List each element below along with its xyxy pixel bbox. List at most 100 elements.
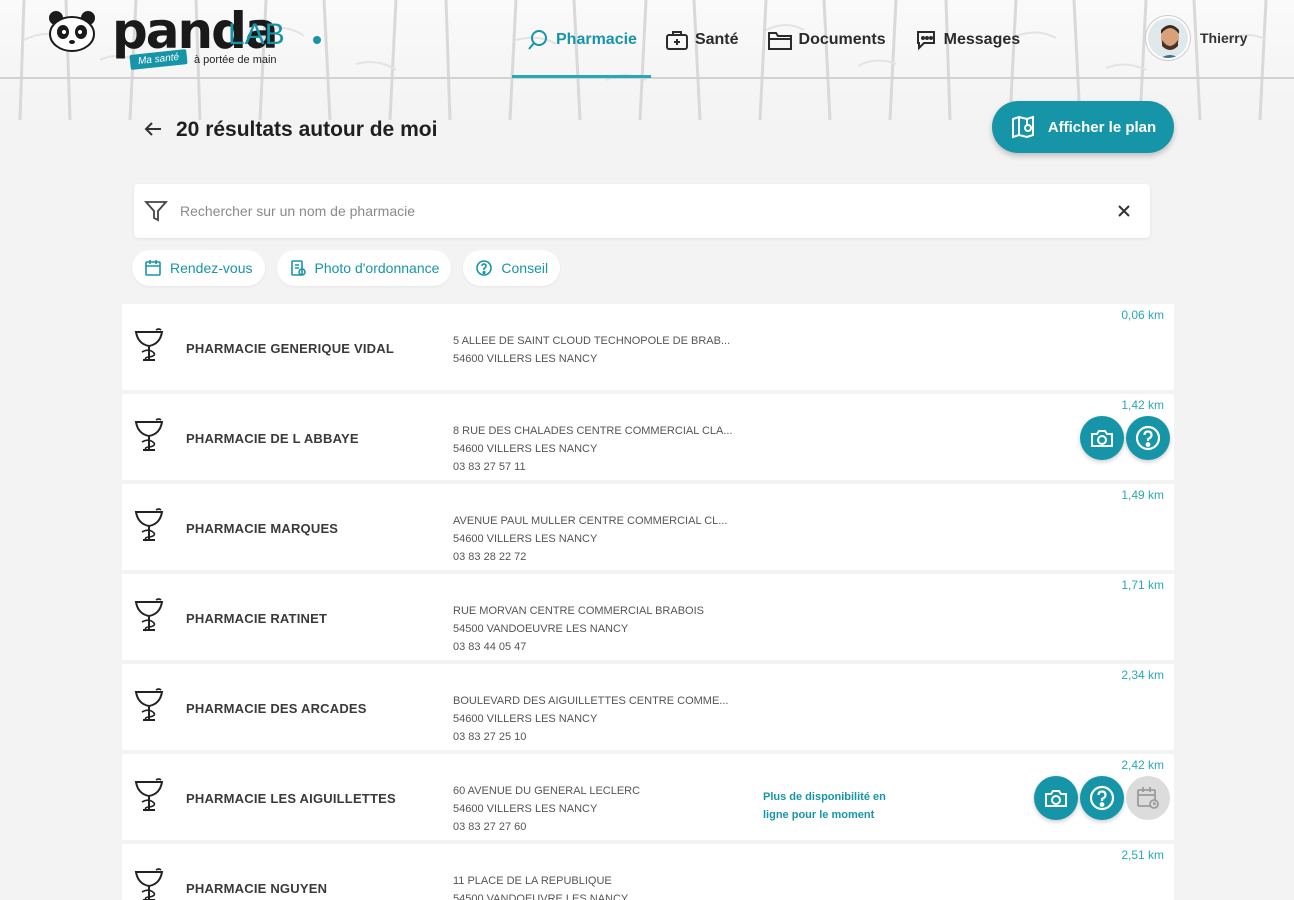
pharmacy-address: 8 RUE DES CHALADES CENTRE COMMERCIAL CLA…	[453, 425, 733, 437]
first-aid-kit-icon	[665, 31, 688, 50]
close-icon[interactable]	[1114, 201, 1134, 221]
show-map-label: Afficher le plan	[1047, 118, 1157, 136]
user-name: Thierry	[1200, 30, 1248, 46]
pharmacy-address: BOULEVARD DES AIGUILLETTES CENTRE COMME.…	[453, 695, 729, 707]
pharmacy-caduceus-icon	[134, 598, 164, 632]
pharmacy-address: AVENUE PAUL MULLER CENTRE COMMERCIAL CL.…	[453, 515, 728, 527]
search-input[interactable]	[180, 203, 1114, 219]
pharmacy-address: 60 AVENUE DU GENERAL LECLERC	[453, 785, 641, 797]
pharmacy-phone: 03 83 27 27 60	[453, 821, 527, 833]
user-avatar-icon	[1148, 18, 1188, 58]
nav-label: Messages	[943, 31, 1021, 48]
pharmacy-caduceus-icon	[134, 418, 164, 452]
chat-icon	[916, 31, 935, 51]
pharmacy-caduceus-icon	[134, 778, 164, 812]
calendar-icon	[145, 260, 161, 276]
pharmacy-address-block: 5 ALLEE DE SAINT CLOUD TECHNOPOLE DE BRA…	[453, 332, 773, 368]
pharmacy-list: PHARMACIE GENERIQUE VIDAL 5 ALLEE DE SAI…	[122, 304, 1174, 900]
chip-label: Photo d'ordonnance	[314, 260, 440, 276]
pharmacy-caduceus-icon	[134, 328, 164, 362]
question-icon	[1088, 784, 1116, 812]
pharmacy-city: 54500 VANDOEUVRE LES NANCY	[453, 893, 629, 900]
pharmacy-address: RUE MORVAN CENTRE COMMERCIAL BRABOIS	[453, 605, 704, 617]
send-prescription-button[interactable]	[1080, 416, 1124, 460]
pharmacy-row[interactable]: PHARMACIE NGUYEN 11 PLACE DE LA REPUBLIQ…	[122, 844, 1174, 900]
nav-item-messages[interactable]: Messages	[900, 18, 1035, 62]
filter-chip-photo-ordonnance[interactable]: Photo d'ordonnance	[276, 250, 452, 286]
question-icon	[1134, 424, 1162, 452]
pharmacy-row[interactable]: PHARMACIE DE L ABBAYE 8 RUE DES CHALADES…	[122, 394, 1174, 480]
nav-label: Pharmacie	[556, 31, 637, 48]
pharmacy-caduceus-icon	[134, 688, 164, 722]
nav-item-sante[interactable]: Santé	[651, 18, 753, 62]
main-nav: Pharmacie Santé Documents Messages	[512, 18, 1034, 78]
pharmacy-row[interactable]: PHARMACIE MARQUES AVENUE PAUL MULLER CEN…	[122, 484, 1174, 570]
calendar-icon	[1135, 785, 1161, 811]
pharmacy-distance: 2,42 km	[1121, 758, 1164, 772]
search-icon	[528, 30, 547, 50]
back-arrow-icon[interactable]	[142, 118, 164, 140]
pharmacy-phone: 03 83 44 05 47	[453, 641, 527, 653]
logo-lab: LAB	[228, 18, 285, 51]
pharmacy-name: PHARMACIE DE L ABBAYE	[186, 431, 359, 446]
map-pin-icon	[1011, 115, 1034, 139]
service-filters: Rendez-vous Photo d'ordonnance Conseil	[132, 250, 572, 286]
panda-icon	[49, 11, 95, 52]
pharmacy-city: 54600 VILLERS LES NANCY	[453, 533, 598, 545]
pharmacy-address-block: BOULEVARD DES AIGUILLETTES CENTRE COMME.…	[453, 692, 773, 746]
chip-label: Rendez-vous	[170, 260, 253, 276]
pharmacy-address: 11 PLACE DE LA REPUBLIQUE	[453, 875, 612, 887]
pandalab-logo[interactable]: panda LAB Ma santé à portée de main	[46, 2, 336, 74]
camera-icon	[1043, 785, 1069, 811]
pharmacy-distance: 0,06 km	[1121, 308, 1164, 322]
pharmacy-city: 54600 VILLERS LES NANCY	[453, 353, 598, 365]
avatar[interactable]	[1146, 16, 1190, 60]
book-appointment-button	[1126, 776, 1170, 820]
pharmacy-caduceus-icon	[134, 868, 164, 900]
pharmacy-row[interactable]: PHARMACIE DES ARCADES BOULEVARD DES AIGU…	[122, 664, 1174, 750]
logo-tagline: à portée de main	[194, 54, 277, 66]
pharmacy-row[interactable]: PHARMACIE RATINET RUE MORVAN CENTRE COMM…	[122, 574, 1174, 660]
pharmacy-city: 54500 VANDOEUVRE LES NANCY	[453, 623, 629, 635]
pharmacy-name: PHARMACIE RATINET	[186, 611, 328, 626]
pharmacy-city: 54600 VILLERS LES NANCY	[453, 713, 598, 725]
search-bar	[134, 184, 1150, 238]
pharmacy-city: 54600 VILLERS LES NANCY	[453, 803, 598, 815]
ask-advice-button[interactable]	[1126, 416, 1170, 460]
pharmacy-distance: 1,42 km	[1121, 398, 1164, 412]
filter-chip-rendez-vous[interactable]: Rendez-vous	[132, 250, 265, 286]
pharmacy-distance: 2,51 km	[1121, 848, 1164, 862]
pharmacy-address: 5 ALLEE DE SAINT CLOUD TECHNOPOLE DE BRA…	[453, 335, 731, 347]
pharmacy-address-block: 8 RUE DES CHALADES CENTRE COMMERCIAL CLA…	[453, 422, 773, 476]
folder-icon	[767, 32, 792, 50]
pharmacy-distance: 2,34 km	[1121, 668, 1164, 682]
availability-note: Plus de disponibilité en ligne pour le m…	[763, 791, 886, 821]
chip-label: Conseil	[501, 260, 549, 276]
pharmacy-phone: 03 83 28 22 72	[453, 551, 527, 563]
pharmacy-caduceus-icon	[134, 508, 164, 542]
filter-chip-conseil[interactable]: Conseil	[463, 250, 561, 286]
user-menu[interactable]: Thierry	[1146, 16, 1247, 60]
pharmacy-city: 54600 VILLERS LES NANCY	[453, 443, 598, 455]
pharmacy-phone: 03 83 27 25 10	[453, 731, 527, 743]
pharmacy-actions	[1078, 416, 1170, 460]
filter-icon[interactable]	[144, 199, 168, 223]
send-prescription-button[interactable]	[1034, 776, 1078, 820]
pharmacy-name: PHARMACIE LES AIGUILLETTES	[186, 791, 396, 806]
logo-dot	[313, 36, 321, 44]
pharmacy-address-block: 60 AVENUE DU GENERAL LECLERC 54600 VILLE…	[453, 782, 773, 836]
pharmacy-name: PHARMACIE GENERIQUE VIDAL	[186, 341, 394, 356]
pharmacy-actions	[1032, 776, 1170, 820]
pharmacy-name: PHARMACIE MARQUES	[186, 521, 339, 536]
pharmacy-address-block: 11 PLACE DE LA REPUBLIQUE 54500 VANDOEUV…	[453, 872, 773, 900]
nav-label: Documents	[798, 31, 886, 48]
pharmacy-row[interactable]: PHARMACIE GENERIQUE VIDAL 5 ALLEE DE SAI…	[122, 304, 1174, 390]
nav-item-documents[interactable]: Documents	[753, 18, 900, 62]
question-icon	[476, 260, 493, 276]
pharmacy-address-block: RUE MORVAN CENTRE COMMERCIAL BRABOIS 545…	[453, 602, 773, 656]
ask-advice-button[interactable]	[1080, 776, 1124, 820]
nav-item-pharmacie[interactable]: Pharmacie	[512, 18, 651, 78]
pharmacy-row[interactable]: PHARMACIE LES AIGUILLETTES 60 AVENUE DU …	[122, 754, 1174, 840]
pharmacy-name: PHARMACIE DES ARCADES	[186, 701, 367, 716]
show-map-button[interactable]: Afficher le plan	[992, 101, 1174, 153]
